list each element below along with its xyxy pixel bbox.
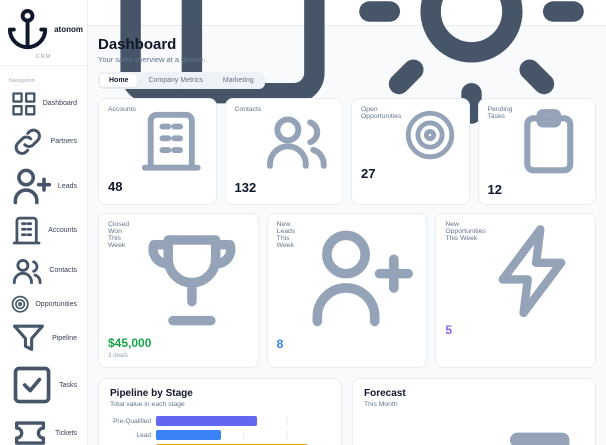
target-icon — [401, 106, 459, 164]
sidebar-nav: Navigation Dashboard Partners Leads Acco… — [0, 66, 87, 445]
user-plus-icon — [10, 165, 53, 208]
sidebar-item-label: Leads — [57, 183, 77, 191]
card-label: New Opportunities This Week — [445, 220, 486, 242]
stat-label: Open Opportunities — [361, 106, 402, 120]
anchor-icon — [4, 6, 51, 53]
card-value: 8 — [276, 337, 284, 352]
card-label: Closed Won This Week — [108, 220, 130, 249]
panel-title: Forecast — [364, 388, 406, 400]
page-subtitle: Your sales overview at a glance. — [98, 55, 206, 64]
sidebar-item-label: Tasks — [59, 381, 77, 389]
stat-value: 132 — [234, 179, 257, 195]
pipeline-bar-chart: Pre-Qualified Lead Qualified Solution Pr… — [110, 416, 330, 445]
funnel-icon — [10, 320, 47, 357]
sidebar-item-contacts[interactable]: Contacts — [7, 251, 80, 291]
sidebar-item-label: Pipeline — [52, 335, 77, 343]
sidebar-item-accounts[interactable]: Accounts — [7, 211, 80, 250]
panel-subtitle: This Month — [364, 401, 398, 409]
users-icon — [10, 254, 44, 288]
dashboard-tabs: Home Company Metrics Marketing — [98, 72, 265, 89]
sidebar-item-label: Partners — [50, 138, 77, 146]
card-closed-won-week[interactable]: Closed Won This Week $45,000 3 deals — [98, 212, 259, 369]
clipboard-icon — [512, 106, 586, 180]
sidebar-item-tickets[interactable]: Tickets — [7, 410, 80, 445]
page-content: Dashboard Your sales overview at a glanc… — [88, 26, 606, 445]
sidebar-item-partners[interactable]: Partners — [7, 121, 80, 163]
stat-label: Pending Tasks — [487, 106, 513, 120]
stat-cards: Accounts 48 Contacts 132 Open Opportunit… — [98, 98, 596, 205]
chart-bar[interactable] — [156, 416, 257, 427]
sidebar-item-pipeline[interactable]: Pipeline — [7, 317, 80, 360]
topbar — [88, 0, 606, 124]
card-subtext — [445, 339, 586, 346]
logo[interactable]: atonom CRM — [0, 0, 87, 67]
building-icon — [136, 106, 207, 177]
trophy-icon — [135, 221, 249, 335]
pipeline-by-stage-panel: Pipeline by Stage Total value in each st… — [98, 378, 342, 445]
stat-card-pending-tasks[interactable]: Pending Tasks 12 — [477, 98, 596, 205]
users-icon — [261, 106, 333, 178]
check-square-icon — [10, 363, 54, 407]
grid-icon — [10, 90, 38, 118]
card-value: 5 — [445, 322, 453, 337]
sidebar-item-label: Opportunities — [35, 300, 77, 308]
chart-category-label: Pre-Qualified — [113, 417, 151, 425]
forecast-panel: Forecast This Month Closed Won $125,000 … — [352, 378, 596, 445]
tab-marketing[interactable]: Marketing — [214, 74, 263, 87]
sidebar-item-label: Dashboard — [42, 100, 77, 108]
sidebar: atonom CRM Navigation Dashboard Partners… — [0, 0, 88, 445]
sidebar-item-opportunities[interactable]: Opportunities — [7, 291, 80, 317]
tab-company-metrics[interactable]: Company Metrics — [139, 74, 211, 87]
sidebar-item-leads[interactable]: Leads — [7, 162, 80, 211]
stat-label: Accounts — [108, 106, 136, 113]
building-icon — [10, 214, 43, 247]
stat-label: Contacts — [234, 106, 262, 113]
stat-value: 27 — [361, 166, 376, 182]
sidebar-item-label: Accounts — [48, 227, 77, 235]
panel-subtitle: Total value in each stage — [110, 401, 185, 409]
card-label: New Leads This Week — [276, 220, 296, 249]
ticket-icon — [10, 413, 50, 445]
trend-up-icon — [406, 388, 584, 445]
card-value: $45,000 — [108, 336, 152, 351]
sidebar-item-tasks[interactable]: Tasks — [7, 360, 80, 410]
chart-bar[interactable] — [156, 430, 222, 441]
nav-section-navigation: Navigation — [9, 78, 35, 85]
chart-category-label: Lead — [136, 431, 151, 439]
middle-panels: Pipeline by Stage Total value in each st… — [98, 378, 596, 445]
handshake-icon — [10, 124, 46, 160]
sidebar-item-label: Contacts — [49, 267, 77, 275]
stat-card-contacts[interactable]: Contacts 132 — [224, 98, 343, 205]
stat-card-accounts[interactable]: Accounts 48 — [98, 98, 217, 205]
card-subtext: 3 deals — [108, 352, 128, 360]
card-new-leads-week[interactable]: New Leads This Week 8 — [266, 212, 428, 369]
logo-text: atonom — [54, 25, 83, 35]
tab-home[interactable]: Home — [100, 74, 138, 87]
card-subtext — [277, 353, 418, 360]
user-plus-icon — [303, 221, 418, 336]
logo-subtext: CRM — [35, 54, 52, 61]
highlight-cards: Closed Won This Week $45,000 3 deals New… — [98, 212, 597, 369]
card-new-opportunities-week[interactable]: New Opportunities This Week 5 — [435, 212, 597, 369]
target-icon — [10, 294, 30, 314]
page-title: Dashboard — [98, 36, 177, 53]
stat-card-open-opportunities[interactable]: Open Opportunities 27 — [351, 98, 470, 205]
sidebar-item-dashboard[interactable]: Dashboard — [7, 87, 80, 121]
stat-value: 12 — [487, 181, 502, 197]
panel-title: Pipeline by Stage — [110, 388, 193, 400]
zap-icon — [486, 221, 586, 321]
stat-value: 48 — [108, 178, 123, 194]
app-window: atonom CRM Navigation Dashboard Partners… — [0, 0, 606, 445]
main-area: Dashboard Your sales overview at a glanc… — [88, 0, 606, 445]
sidebar-item-label: Tickets — [55, 429, 77, 437]
